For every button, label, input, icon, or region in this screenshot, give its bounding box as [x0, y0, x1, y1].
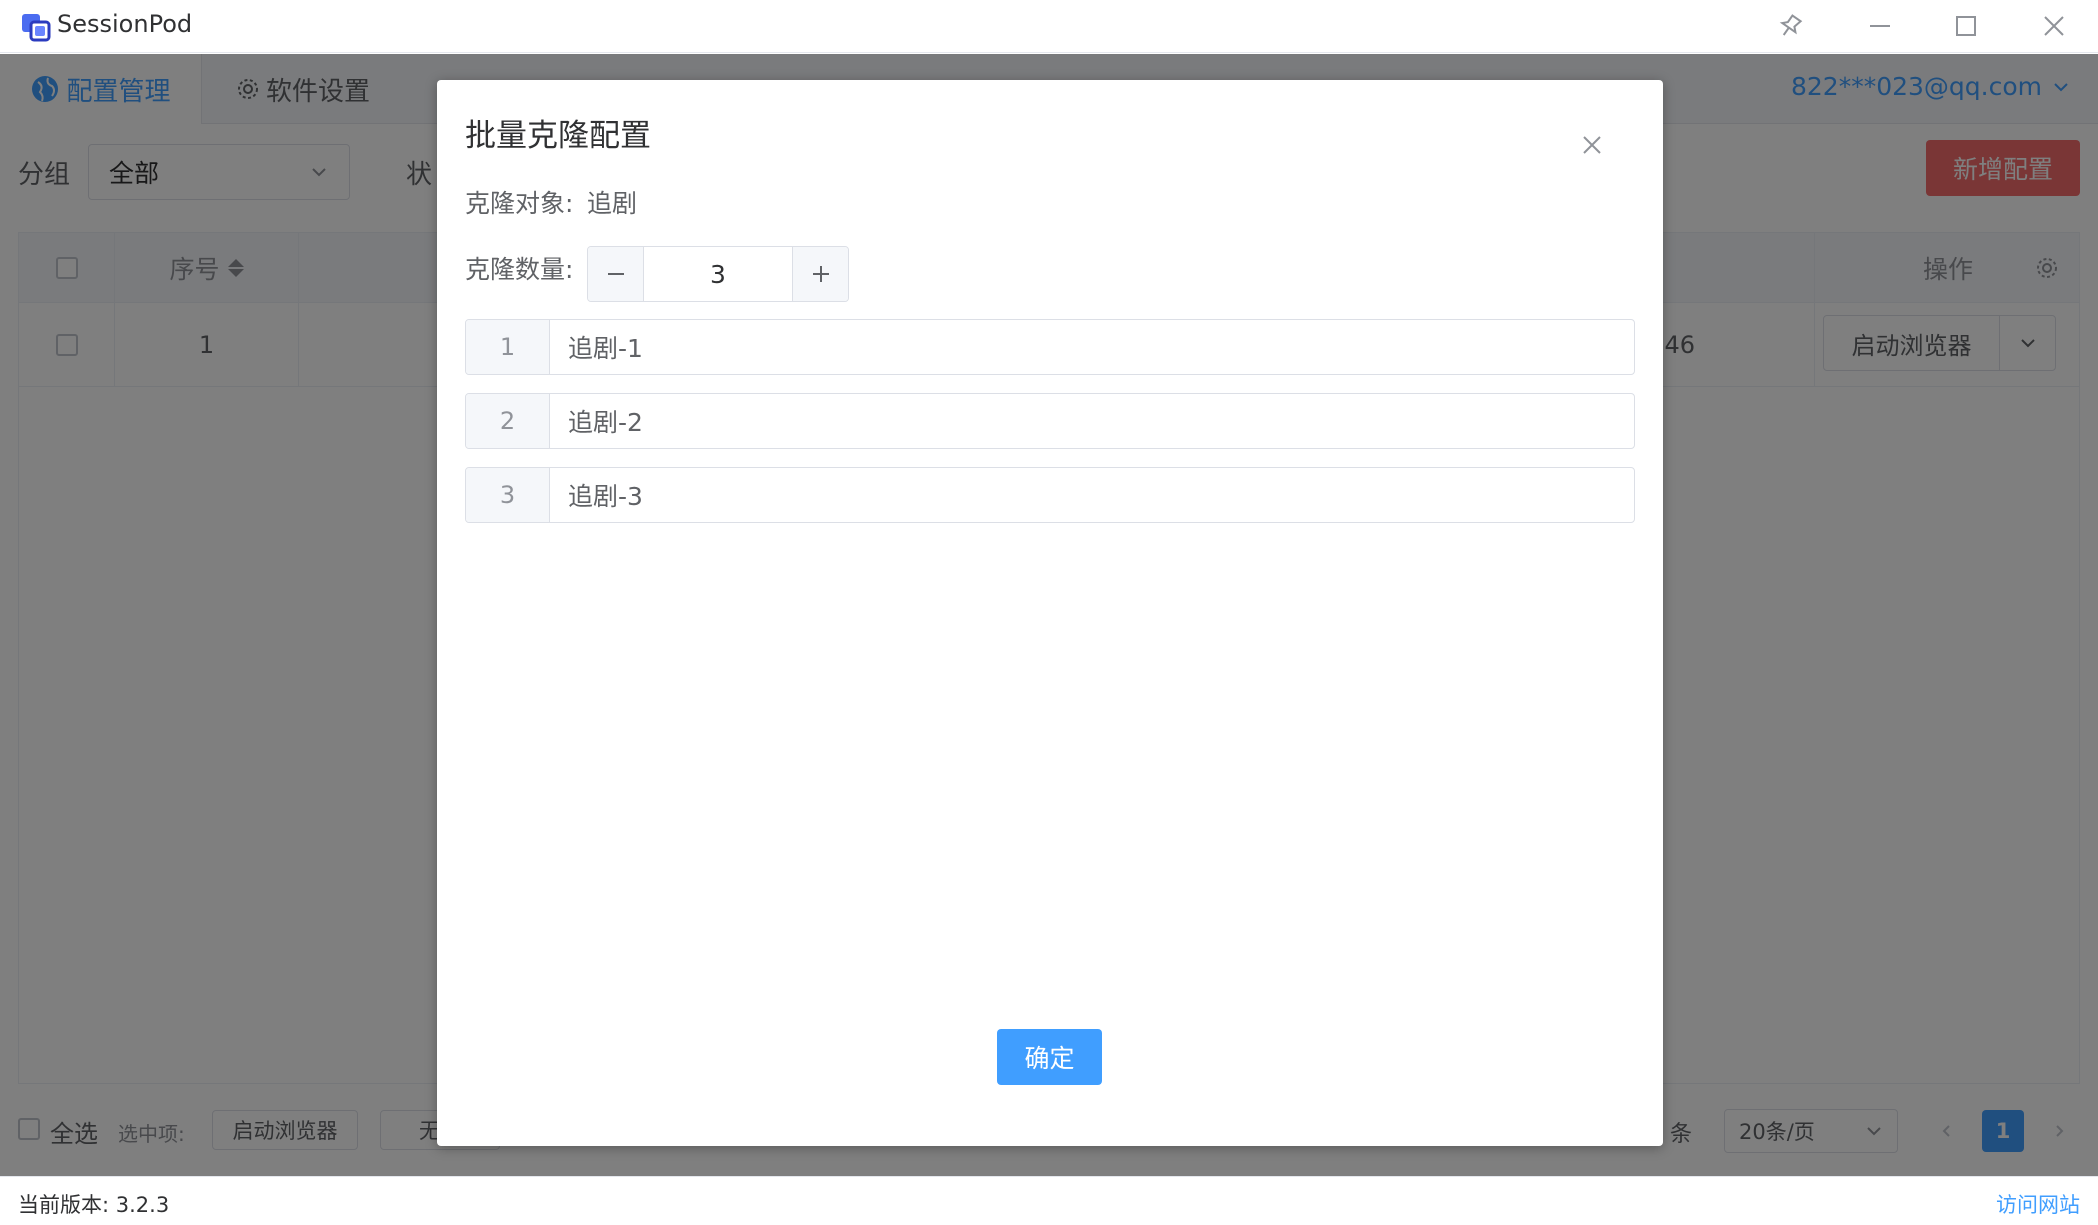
- clone-target-label: 克隆对象:: [465, 189, 574, 218]
- clone-name-row: 3 追剧-3: [465, 467, 1635, 523]
- close-icon[interactable]: [1577, 130, 1607, 160]
- clone-count-stepper: 3: [587, 246, 849, 302]
- decrement-button[interactable]: [588, 247, 644, 301]
- pin-button[interactable]: [1770, 8, 1810, 44]
- batch-clone-dialog: 批量克隆配置 克隆对象: 追剧 克隆数量: 3 1 追剧-1 2 追剧-2 3 …: [437, 80, 1663, 1146]
- maximize-icon: [1956, 16, 1976, 36]
- clone-name-index: 1: [466, 320, 550, 374]
- clone-name-input[interactable]: 追剧-1: [550, 320, 1634, 374]
- clone-name-row: 1 追剧-1: [465, 319, 1635, 375]
- increment-button[interactable]: [792, 247, 848, 301]
- clone-target-value: 追剧: [587, 189, 638, 218]
- minimize-icon: [1870, 25, 1890, 27]
- pin-icon: [1779, 14, 1803, 36]
- minimize-button[interactable]: [1860, 8, 1900, 44]
- clone-count-label: 克隆数量:: [465, 255, 574, 284]
- status-bar: 当前版本: 3.2.3 访问网站: [0, 1176, 2098, 1225]
- minus-icon: [607, 273, 624, 275]
- version-label: 当前版本: 3.2.3: [18, 1193, 170, 1217]
- confirm-label: 确定: [1024, 1044, 1075, 1073]
- clone-name-index: 2: [466, 394, 550, 448]
- clone-name-input[interactable]: 追剧-2: [550, 394, 1634, 448]
- maximize-button[interactable]: [1946, 8, 1986, 44]
- dialog-title: 批量克隆配置: [465, 118, 651, 154]
- clone-name-index: 3: [466, 468, 550, 522]
- close-icon: [2044, 16, 2064, 36]
- clone-name-row: 2 追剧-2: [465, 393, 1635, 449]
- app-logo-icon: [22, 14, 51, 42]
- clone-count-input[interactable]: 3: [644, 247, 792, 301]
- app-title: SessionPod: [57, 10, 193, 38]
- confirm-button[interactable]: 确定: [997, 1029, 1102, 1085]
- title-bar: SessionPod: [0, 0, 2098, 53]
- window-close-button[interactable]: [2034, 8, 2074, 44]
- plus-icon: [812, 266, 829, 282]
- visit-website-link[interactable]: 访问网站: [1996, 1189, 2080, 1219]
- clone-name-input[interactable]: 追剧-3: [550, 468, 1634, 522]
